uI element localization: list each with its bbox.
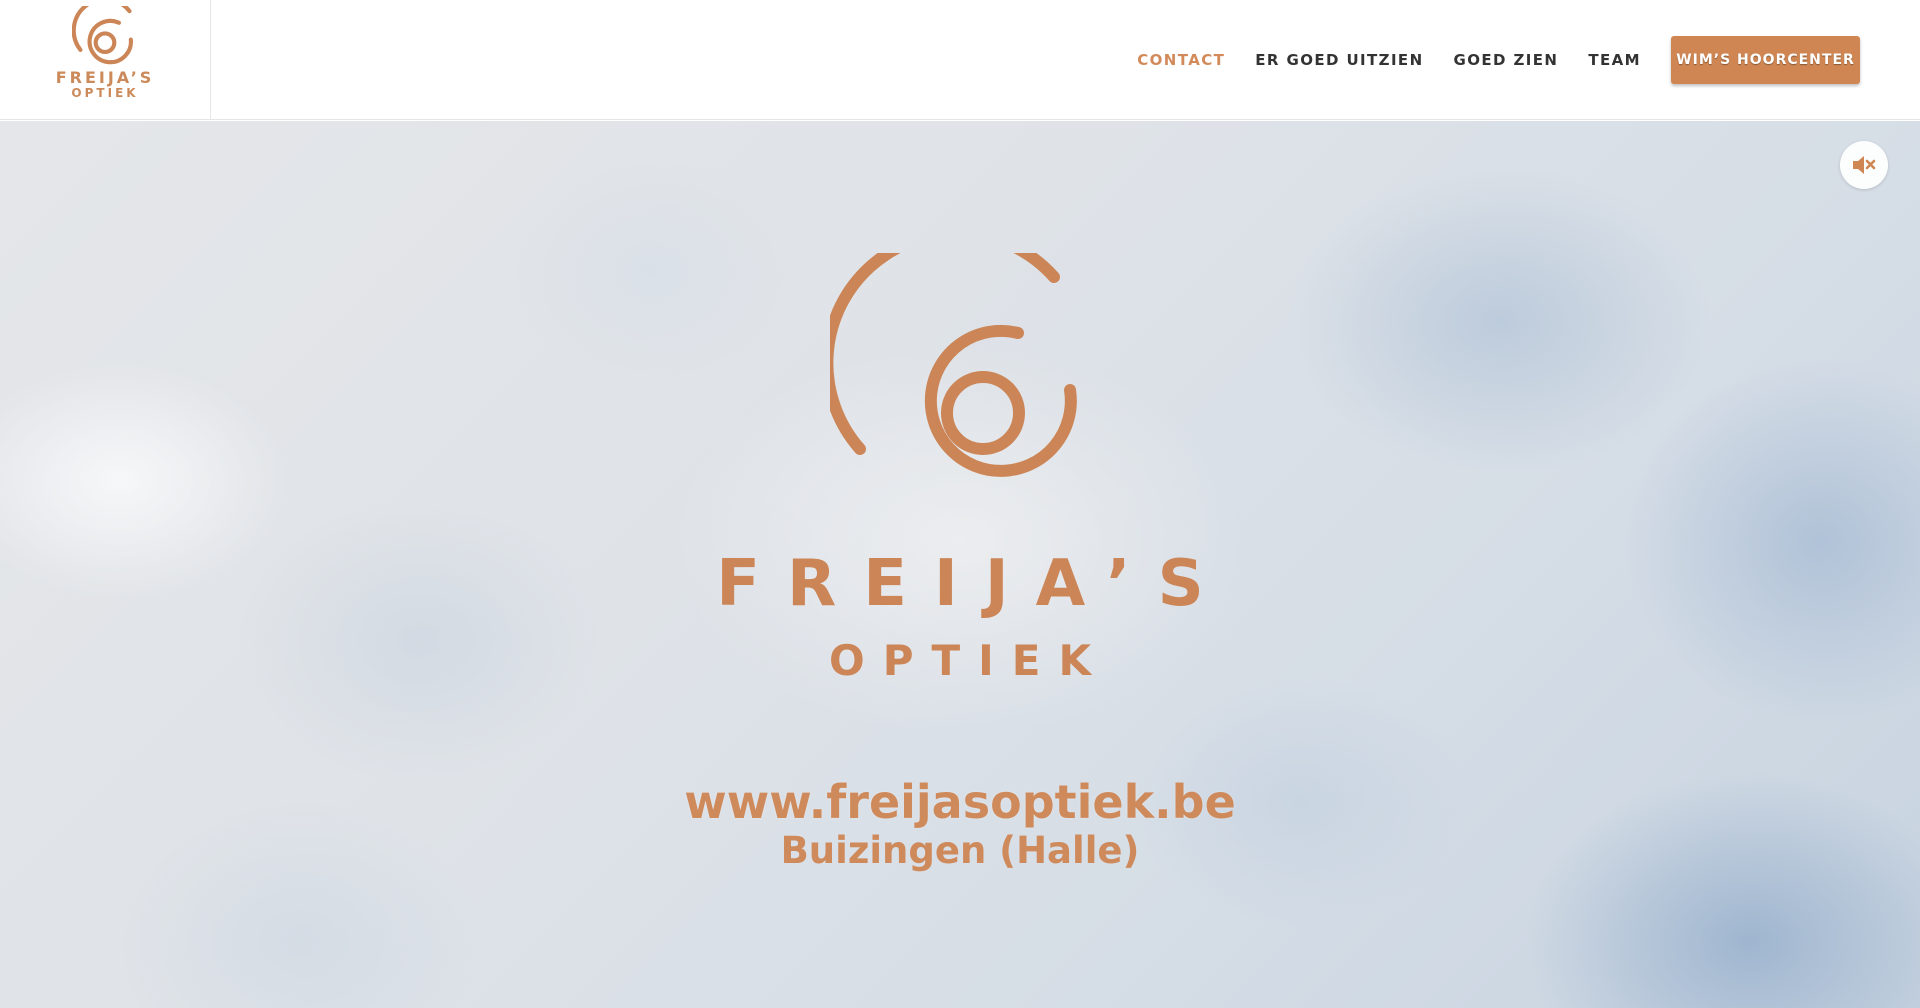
logo-mark-icon (72, 6, 133, 65)
main-nav: CONTACT ER GOED UITZIEN GOED ZIEN TEAM W… (1107, 0, 1920, 120)
site-logo[interactable]: FREIJA’S OPTIEK (0, 0, 211, 120)
hero-brand-name: FREIJA’S (716, 547, 1231, 621)
hero-logo-mark-icon (830, 253, 1077, 477)
nav-item-goed-zien[interactable]: GOED ZIEN (1454, 51, 1559, 69)
nav-item-contact[interactable]: CONTACT (1137, 51, 1225, 69)
logo-subtitle: OPTIEK (71, 86, 139, 100)
hoorcenter-button[interactable]: WIM’S HOORCENTER (1671, 36, 1860, 84)
speaker-muted-icon (1853, 156, 1876, 174)
hero-content: FREIJA’S OPTIEK www.freijasoptiek.be Bui… (0, 121, 1920, 1008)
hero-location: Buizingen (Halle) (780, 829, 1140, 872)
nav-item-team[interactable]: TEAM (1588, 51, 1641, 69)
hero-website-url: www.freijasoptiek.be (684, 775, 1236, 829)
hero-brand-subtitle: OPTIEK (829, 636, 1109, 685)
nav-item-er-goed-uitzien[interactable]: ER GOED UITZIEN (1255, 51, 1423, 69)
logo-name: FREIJA’S (55, 68, 155, 87)
site-header: FREIJA’S OPTIEK CONTACT ER GOED UITZIEN … (0, 0, 1920, 120)
mute-button[interactable] (1840, 141, 1888, 189)
hero-video-section: FREIJA’S OPTIEK www.freijasoptiek.be Bui… (0, 121, 1920, 1008)
